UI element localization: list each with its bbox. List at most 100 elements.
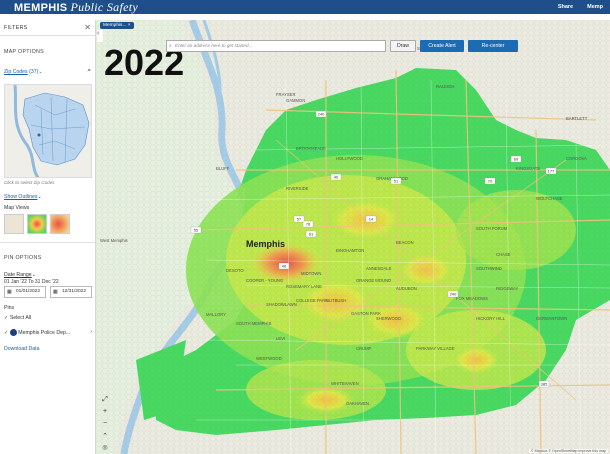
zip-codes-filter[interactable]: Zip Codes (37)⌄ (4, 69, 43, 75)
pin-item-label: Memphis Police Dep... (18, 329, 71, 336)
place-label: WOLFCHASE (536, 196, 563, 201)
layer-tag-label: Memphis... (103, 23, 127, 28)
zip-map-thumbnail[interactable] (4, 84, 92, 178)
search-icon[interactable]: ⌕ (87, 67, 91, 75)
svg-text:61: 61 (309, 232, 314, 237)
place-label: KINGSGATE (516, 166, 540, 171)
place-label: NUTBUSH (326, 298, 346, 303)
close-icon[interactable]: ✕ (84, 23, 91, 32)
place-label: BEACON (396, 240, 414, 245)
download-data-link[interactable]: Download Data (4, 346, 39, 352)
chevron-right-icon[interactable]: › (90, 329, 92, 335)
map-canvas[interactable]: Memphis West Memphis FRAYSER RALEIGH BINGHA… (96, 20, 610, 454)
place-label: ROSEMARY LANE (286, 284, 322, 289)
chevron-down-icon[interactable]: ⌄ (38, 69, 42, 75)
divider (0, 242, 95, 243)
place-label: GASTON PARK (351, 311, 381, 316)
end-date-input[interactable]: ▦ 12/31/2022 (50, 286, 92, 298)
route-shield: 240 (315, 110, 327, 118)
svg-text:14: 14 (369, 217, 374, 222)
place-label: PARKWAY VILLAGE (416, 346, 455, 351)
end-date-value: 12/31/2022 (62, 289, 87, 294)
place-label: BINGHAMTON (336, 248, 364, 253)
check-icon: ✓ (4, 329, 9, 336)
brand-logo[interactable]: MEMPHIS Public Safety (14, 0, 138, 15)
share-link[interactable]: Share (551, 0, 580, 14)
map-attribution[interactable]: © Mapbox © OpenStreetMap Improve this ma… (528, 449, 608, 453)
place-label: ANNESDALE (366, 266, 392, 271)
svg-text:177: 177 (548, 169, 555, 174)
search-placeholder: Enter an address here to get started... (175, 43, 253, 48)
route-shield: 177 (545, 167, 557, 175)
place-label: MIDTOWN (301, 271, 321, 276)
place-label: HICKORY HILL (476, 316, 506, 321)
place-label: WESTWOOD (256, 356, 282, 361)
show-outlines-toggle[interactable]: Show Outlines⌄ (4, 194, 42, 200)
place-label: CHASE (496, 252, 511, 257)
police-badge-icon (9, 329, 17, 336)
draw-button[interactable]: Draw (390, 40, 416, 52)
address-search-input[interactable]: ⌕ Enter an address here to get started..… (166, 40, 386, 52)
date-range-filter[interactable]: Date Range⌄ (4, 272, 36, 278)
filters-header: FILTERS ✕ (0, 20, 95, 36)
fullscreen-icon[interactable]: ⤢ (100, 396, 110, 404)
top-bar: MEMPHIS Public Safety Share Memp (0, 0, 610, 14)
svg-text:240: 240 (450, 292, 457, 297)
mapbox-logo-icon[interactable]: ◎ (100, 444, 110, 451)
place-label: DESOTO (226, 268, 244, 273)
zip-codes-label[interactable]: Zip Codes (4, 69, 28, 75)
svg-text:55: 55 (194, 228, 199, 233)
start-date-input[interactable]: ▦ 01/01/2022 (4, 286, 46, 298)
select-all-option[interactable]: ✓ Select All (4, 315, 31, 321)
pins-label: Pins (4, 305, 15, 311)
calendar-icon: ▦ (53, 289, 58, 295)
brand-main: MEMPHIS (14, 2, 68, 14)
route-shield: 40 (278, 262, 290, 270)
route-shield: 57 (293, 215, 305, 223)
collapse-sidebar-icon[interactable]: ‹ (97, 30, 103, 42)
close-icon[interactable]: × (126, 23, 131, 28)
date-range-label[interactable]: Date Range (4, 272, 32, 278)
select-all-label: Select All (9, 315, 32, 321)
map-view-density[interactable] (50, 214, 70, 234)
place-label: MALLORY (206, 312, 226, 317)
place-label: BROOKMEADE (296, 146, 326, 151)
map-view-heatmap[interactable] (27, 214, 47, 234)
heatmap-svg: Memphis West Memphis FRAYSER RALEIGH BINGHA… (96, 20, 610, 454)
place-label: GAMMON (286, 98, 305, 103)
compass-icon[interactable]: ⌃ (100, 432, 110, 440)
svg-text:40: 40 (282, 264, 287, 269)
place-label: RIVERSIDE (286, 186, 309, 191)
zoom-in-button[interactable]: + (100, 408, 110, 415)
map-options-title: MAP OPTIONS (4, 49, 44, 55)
brand-sub: Public Safety (70, 0, 138, 14)
place-label: RALEIGH (436, 84, 454, 89)
start-date-value: 01/01/2022 (16, 289, 41, 294)
pin-item-police[interactable]: ✓ Memphis Police Dep... › (4, 329, 92, 336)
route-shield: 69 (510, 155, 522, 163)
place-label: COLLEGE PARK (296, 298, 328, 303)
place-label: CRUMP (356, 346, 372, 351)
place-label: OAKHAVEN (346, 401, 369, 406)
place-label: LEVI (276, 336, 285, 341)
route-shield: 70 (484, 177, 496, 185)
zoom-out-button[interactable]: − (100, 420, 110, 427)
place-label: SOUTHWIND (476, 266, 502, 271)
svg-text:51: 51 (394, 179, 399, 184)
calendar-icon: ▦ (7, 289, 12, 295)
create-alert-button[interactable]: Create Alert (420, 40, 464, 52)
route-shield: 14 (365, 215, 377, 223)
layer-tag[interactable]: Memphis... × (100, 22, 134, 29)
place-label: SOUTH FORUM (476, 226, 508, 231)
place-label: GERMANTOWN (536, 316, 567, 321)
show-outlines-label[interactable]: Show Outlines (4, 194, 37, 200)
place-label: CORDOVA (566, 156, 587, 161)
recenter-button[interactable]: Re-center (468, 40, 518, 52)
map-view-street[interactable] (4, 214, 24, 234)
place-label: FRAYSER (276, 92, 295, 97)
search-icon: ⌕ (169, 43, 172, 48)
check-icon: ✓ (4, 315, 9, 321)
route-shield: 385 (538, 380, 550, 388)
svg-text:57: 57 (297, 217, 302, 222)
memphis-link[interactable]: Memp (580, 0, 610, 14)
